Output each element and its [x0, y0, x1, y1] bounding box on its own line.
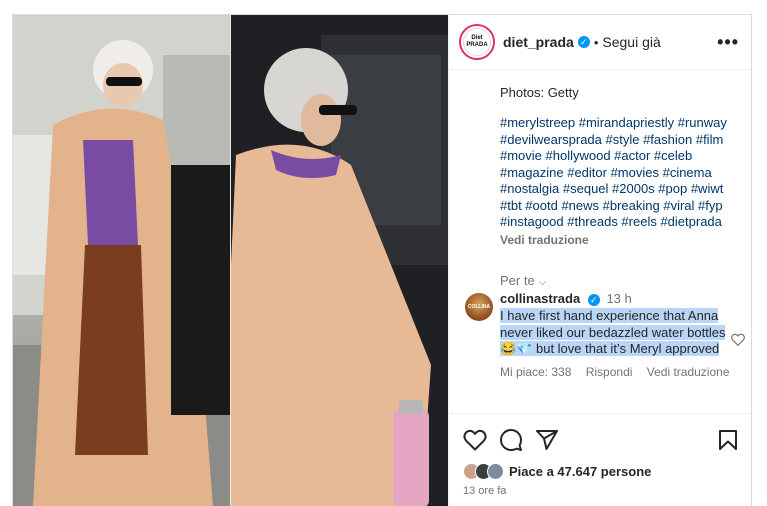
post-side-panel: Diet PRADA diet_prada ✓ • Segui già ••• … — [448, 15, 751, 506]
share-send-icon[interactable] — [535, 428, 559, 452]
chevron-down-icon: ⌵ — [538, 276, 547, 288]
comments-filter-label: Per te — [500, 272, 535, 288]
comment-translate-link[interactable]: Vedi traduzione — [647, 365, 730, 379]
photo-left-panel — [13, 15, 231, 506]
comment-text-part2: but love that it’s Meryl approved — [532, 341, 720, 356]
header-separator: • — [593, 34, 599, 50]
author-username[interactable]: diet_prada — [503, 34, 574, 50]
comment-bubble-icon[interactable] — [499, 428, 523, 452]
post-actions: Piace a 47.647 persone 13 ore fa — [449, 413, 751, 506]
comment-meta: Mi piace: 338 Rispondi Vedi traduzione — [500, 365, 745, 379]
avatar-logo-top: Diet — [471, 35, 483, 41]
avatar-logo-bottom: PRADA — [466, 42, 488, 48]
bookmark-save-icon[interactable] — [716, 428, 740, 452]
comment-like-heart-icon[interactable] — [731, 333, 745, 346]
post-timestamp[interactable]: 13 ore fa — [463, 485, 740, 497]
following-button[interactable]: Segui già — [602, 34, 660, 50]
comment-content: collinastrada ✓ 13 h I have first hand e… — [500, 291, 745, 379]
comments-filter[interactable]: Per te ⌵ — [500, 273, 738, 288]
comment-item: COLLINA collinastrada ✓ 13 h I have firs… — [465, 291, 745, 379]
action-icons-row — [463, 428, 740, 452]
post-header: Diet PRADA diet_prada ✓ • Segui già ••• — [449, 15, 751, 70]
post-photo[interactable] — [13, 15, 448, 506]
likes-count[interactable]: Piace a 47.647 persone — [509, 464, 651, 479]
commenter-avatar-text: COLLINA — [467, 304, 491, 310]
photo-right-illustration — [231, 15, 448, 506]
comment-reply-button[interactable]: Rispondi — [586, 365, 633, 379]
see-translation-link[interactable]: Vedi traduzione — [500, 233, 738, 247]
comment-text-part1: I have first hand experience that Anna n… — [500, 308, 726, 340]
photo-right-panel — [231, 15, 448, 506]
likes-summary: Piace a 47.647 persone — [463, 463, 740, 480]
caption-credit: Photos: Getty — [500, 85, 579, 100]
commenter-avatar[interactable]: COLLINA — [465, 293, 493, 321]
comment-likes-count[interactable]: Mi piace: 338 — [500, 365, 571, 379]
instagram-post-frame: Diet PRADA diet_prada ✓ • Segui già ••• … — [12, 14, 752, 506]
commenter-username[interactable]: collinastrada — [500, 291, 580, 306]
liker-avatar-3 — [487, 463, 504, 480]
verified-badge-icon: ✓ — [577, 36, 590, 48]
photo-left-illustration — [13, 15, 231, 506]
caption-hashtags[interactable]: #merylstreep #mirandapriestly #runway #d… — [500, 115, 738, 231]
comment-emoji: 😂💎 — [500, 341, 533, 356]
like-heart-icon[interactable] — [463, 428, 487, 452]
more-options-icon[interactable]: ••• — [717, 32, 739, 53]
comment-text: I have first hand experience that Anna n… — [500, 308, 745, 358]
author-avatar[interactable]: Diet PRADA — [459, 24, 495, 60]
commenter-verified-badge-icon: ✓ — [587, 293, 600, 306]
author-avatar-logo: Diet PRADA — [463, 28, 491, 56]
comment-time[interactable]: 13 h — [606, 291, 631, 306]
